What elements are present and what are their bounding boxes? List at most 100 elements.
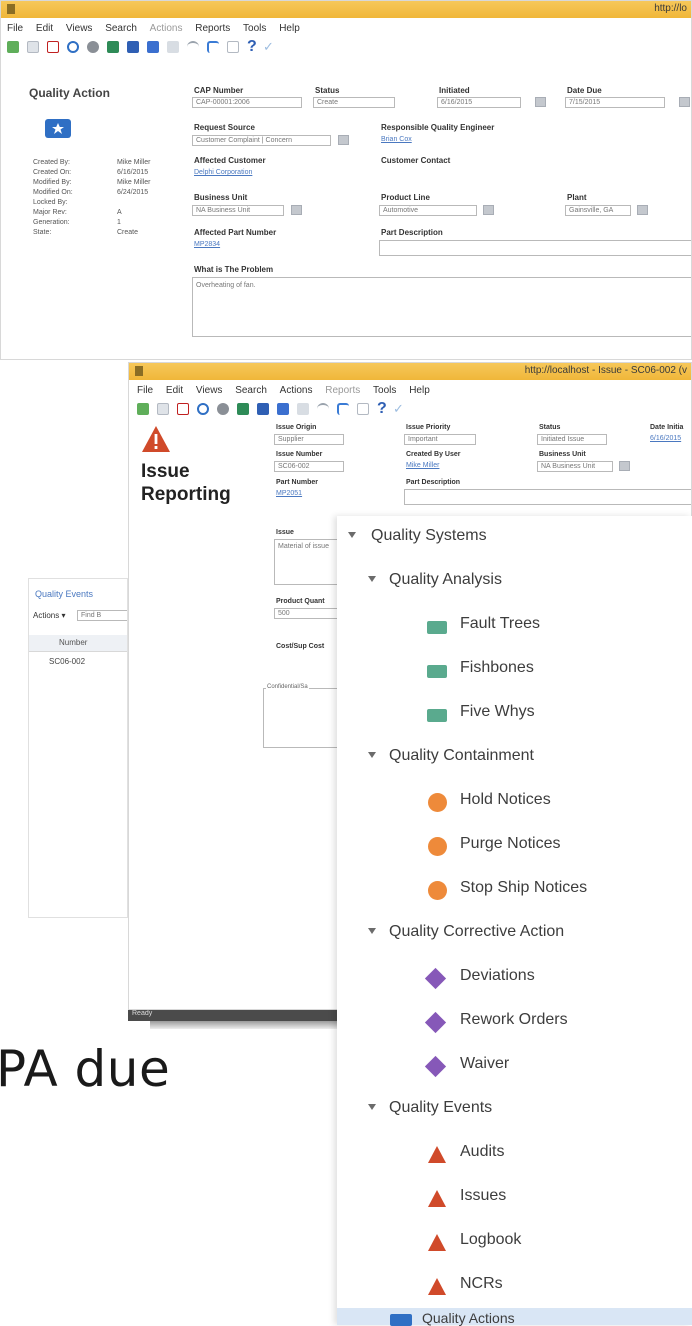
affected-part-link[interactable]: MP2834 [194, 241, 220, 248]
menu-tools[interactable]: Tools [243, 23, 266, 34]
business-unit-dropdown-icon[interactable] [291, 205, 302, 215]
menu-edit[interactable]: Edit [166, 385, 183, 396]
business-unit-dropdown-icon[interactable] [619, 461, 630, 471]
expand-caret-icon[interactable] [368, 1104, 376, 1110]
check-icon[interactable]: ✓ [263, 39, 274, 55]
expand-caret-icon[interactable] [368, 576, 376, 582]
copy-icon[interactable] [227, 41, 239, 53]
print-icon[interactable] [217, 403, 229, 415]
request-source-dropdown-icon[interactable] [338, 135, 349, 145]
tree-group-quality-containment[interactable]: Quality Containment [337, 736, 692, 780]
table-row[interactable]: SC06-002 [29, 657, 85, 666]
help-icon[interactable]: ? [247, 38, 257, 56]
tree-item-ncrs[interactable]: NCRs [337, 1264, 692, 1308]
word-icon[interactable] [127, 41, 139, 53]
menu-help[interactable]: Help [279, 23, 300, 34]
tree-item-quality-actions[interactable]: Quality Actions [337, 1308, 692, 1326]
actions-menu[interactable]: Actions ▾ [33, 611, 65, 620]
date-initiated-value[interactable]: 6/16/2015 [650, 435, 681, 442]
part-description-field[interactable] [404, 489, 691, 505]
save-icon[interactable] [157, 403, 169, 415]
tree-group-quality-corrective-action[interactable]: Quality Corrective Action [337, 912, 692, 956]
issue-number-field[interactable]: SC06-002 [274, 461, 344, 472]
print-icon[interactable] [87, 41, 99, 53]
excel-icon[interactable] [107, 41, 119, 53]
tree-item-fault-trees[interactable]: Fault Trees [337, 604, 692, 648]
undo-icon[interactable] [317, 403, 329, 415]
menu-search[interactable]: Search [235, 385, 267, 396]
affected-customer-link[interactable]: Delphi Corporation [194, 169, 252, 176]
excel-icon[interactable] [237, 403, 249, 415]
status-field[interactable]: Create [313, 97, 395, 108]
redo-icon[interactable] [207, 41, 219, 53]
menu-views[interactable]: Views [196, 385, 223, 396]
menu-help[interactable]: Help [409, 385, 430, 396]
refresh-icon[interactable] [197, 403, 209, 415]
part-description-field[interactable] [379, 240, 691, 256]
request-source-select[interactable]: Customer Complaint | Concern [192, 135, 331, 146]
share-icon[interactable] [297, 403, 309, 415]
tree-item-logbook[interactable]: Logbook [337, 1220, 692, 1264]
tree-item-issues[interactable]: Issues [337, 1176, 692, 1220]
business-unit-select[interactable]: NA Business Unit [537, 461, 613, 472]
tree-item-hold-notices[interactable]: Hold Notices [337, 780, 692, 824]
capa-number-field[interactable]: CAP-00001:2006 [192, 97, 302, 108]
issue-priority-field[interactable]: Important [404, 434, 476, 445]
menu-actions[interactable]: Actions [280, 385, 313, 396]
menu-views[interactable]: Views [66, 23, 93, 34]
plant-dropdown-icon[interactable] [637, 205, 648, 215]
check-icon[interactable]: ✓ [393, 401, 404, 417]
menu-file[interactable]: File [137, 385, 153, 396]
product-quantity-field[interactable]: 500 [274, 608, 344, 619]
product-line-dropdown-icon[interactable] [483, 205, 494, 215]
tree-item-waiver[interactable]: Waiver [337, 1044, 692, 1088]
find-input[interactable]: Find B [77, 610, 127, 621]
tree-item-deviations[interactable]: Deviations [337, 956, 692, 1000]
word-icon[interactable] [257, 403, 269, 415]
delete-icon[interactable] [47, 41, 59, 53]
redo-icon[interactable] [337, 403, 349, 415]
responsible-engineer-link[interactable]: Brian Cox [381, 136, 412, 143]
tree-root-quality-systems[interactable]: Quality Systems [337, 516, 692, 560]
menu-file[interactable]: File [7, 23, 23, 34]
lock-icon[interactable] [147, 41, 159, 53]
tree-item-fishbones[interactable]: Fishbones [337, 648, 692, 692]
expand-caret-icon[interactable] [368, 752, 376, 758]
problem-textarea[interactable]: Overheating of fan. [192, 277, 691, 337]
part-number-link[interactable]: MP2051 [276, 490, 302, 497]
share-icon[interactable] [167, 41, 179, 53]
tree-group-quality-analysis[interactable]: Quality Analysis [337, 560, 692, 604]
tree-item-audits[interactable]: Audits [337, 1132, 692, 1176]
save-icon[interactable] [27, 41, 39, 53]
menu-search[interactable]: Search [105, 23, 137, 34]
created-by-link[interactable]: Mike Miller [406, 462, 439, 469]
tree-item-five-whys[interactable]: Five Whys [337, 692, 692, 736]
plant-select[interactable]: Gainsville, GA [565, 205, 631, 216]
new-icon[interactable] [137, 403, 149, 415]
menu-edit[interactable]: Edit [36, 23, 53, 34]
issue-origin-field[interactable]: Supplier [274, 434, 344, 445]
initiated-calendar-icon[interactable] [535, 97, 546, 107]
menu-reports[interactable]: Reports [195, 23, 230, 34]
help-icon[interactable]: ? [377, 400, 387, 418]
menu-actions[interactable]: Actions [150, 23, 183, 34]
date-due-field[interactable]: 7/15/2015 [565, 97, 665, 108]
status-field[interactable]: Initiated Issue [537, 434, 607, 445]
tree-item-rework-orders[interactable]: Rework Orders [337, 1000, 692, 1044]
tree-item-stop-ship-notices[interactable]: Stop Ship Notices [337, 868, 692, 912]
new-icon[interactable] [7, 41, 19, 53]
copy-icon[interactable] [357, 403, 369, 415]
undo-icon[interactable] [187, 41, 199, 53]
menu-tools[interactable]: Tools [373, 385, 396, 396]
expand-caret-icon[interactable] [368, 928, 376, 934]
refresh-icon[interactable] [67, 41, 79, 53]
menu-reports[interactable]: Reports [325, 385, 360, 396]
tree-group-quality-events[interactable]: Quality Events [337, 1088, 692, 1132]
initiated-field[interactable]: 6/16/2015 [437, 97, 521, 108]
delete-icon[interactable] [177, 403, 189, 415]
quality-events-tab[interactable]: Quality Events [35, 589, 93, 599]
expand-caret-icon[interactable] [348, 532, 356, 538]
tree-item-purge-notices[interactable]: Purge Notices [337, 824, 692, 868]
date-due-calendar-icon[interactable] [679, 97, 690, 107]
business-unit-select[interactable]: NA Business Unit [192, 205, 284, 216]
